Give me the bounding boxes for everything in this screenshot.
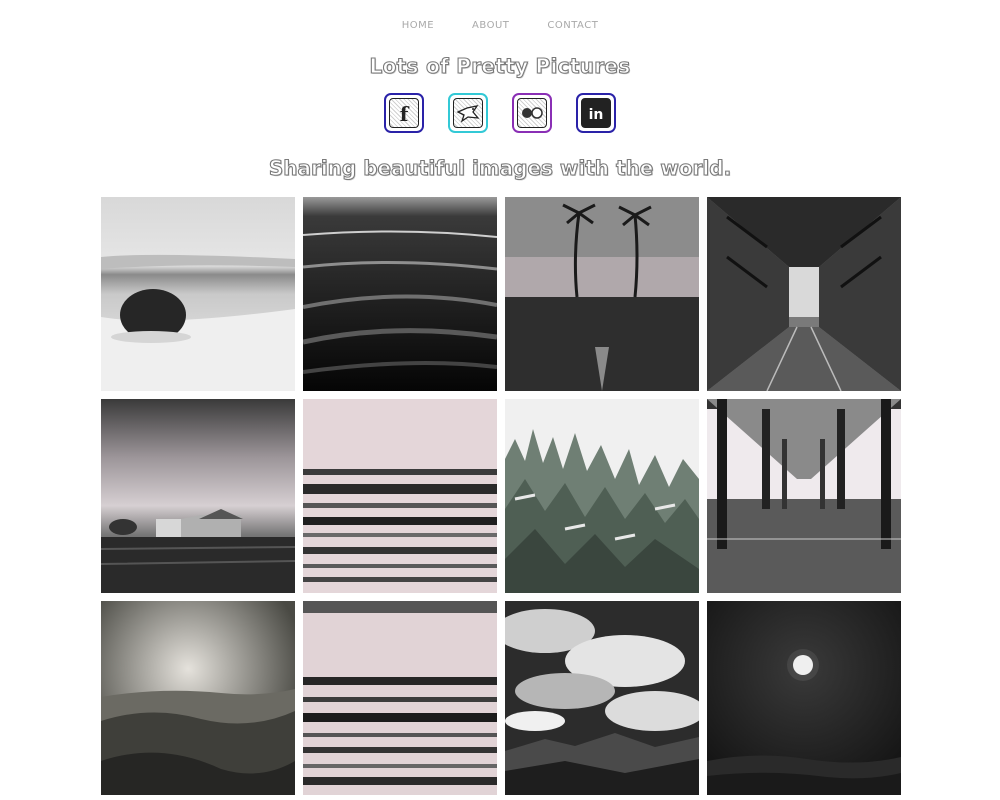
flickr-icon bbox=[517, 98, 547, 128]
facebook-icon: f bbox=[389, 98, 419, 128]
gallery-photo-pier-underside[interactable] bbox=[707, 399, 901, 593]
nav-contact-link[interactable]: CONTACT bbox=[547, 20, 598, 31]
gallery-photo-palm-trees-beach[interactable] bbox=[505, 197, 699, 391]
flickr-button[interactable] bbox=[512, 93, 552, 133]
gallery-photo-misty-hills[interactable] bbox=[101, 601, 295, 795]
nav-about-link[interactable]: ABOUT bbox=[472, 20, 509, 31]
site-title: Lots of Pretty Pictures bbox=[369, 53, 631, 78]
tagline: Sharing beautiful images with the world. bbox=[268, 155, 732, 180]
main-nav: HOME ABOUT CONTACT bbox=[0, 20, 1000, 31]
linkedin-icon: in bbox=[581, 98, 611, 128]
social-links: f in bbox=[0, 93, 1000, 133]
gallery-photo-snowy-pine-forest[interactable] bbox=[505, 399, 699, 593]
gallery-photo-farmhouse-field[interactable] bbox=[101, 399, 295, 593]
gallery-photo-pink-blurred-sea[interactable] bbox=[303, 399, 497, 593]
svg-text:f: f bbox=[400, 102, 410, 126]
bird-icon bbox=[453, 98, 483, 128]
gallery-photo-steel-bridge[interactable] bbox=[707, 197, 901, 391]
gallery-photo-dark-waves[interactable] bbox=[303, 197, 497, 391]
nav-home-link[interactable]: HOME bbox=[402, 20, 434, 31]
gallery-photo-full-moon-night[interactable] bbox=[707, 601, 901, 795]
facebook-button[interactable]: f bbox=[384, 93, 424, 133]
photo-gallery bbox=[101, 197, 901, 795]
svg-text:in: in bbox=[589, 107, 604, 123]
gallery-photo-ocean-rock[interactable] bbox=[101, 197, 295, 391]
linkedin-button[interactable]: in bbox=[576, 93, 616, 133]
gallery-photo-dramatic-clouds-mountains[interactable] bbox=[505, 601, 699, 795]
bird-button[interactable] bbox=[448, 93, 488, 133]
gallery-photo-pink-blurred-sea-2[interactable] bbox=[303, 601, 497, 795]
